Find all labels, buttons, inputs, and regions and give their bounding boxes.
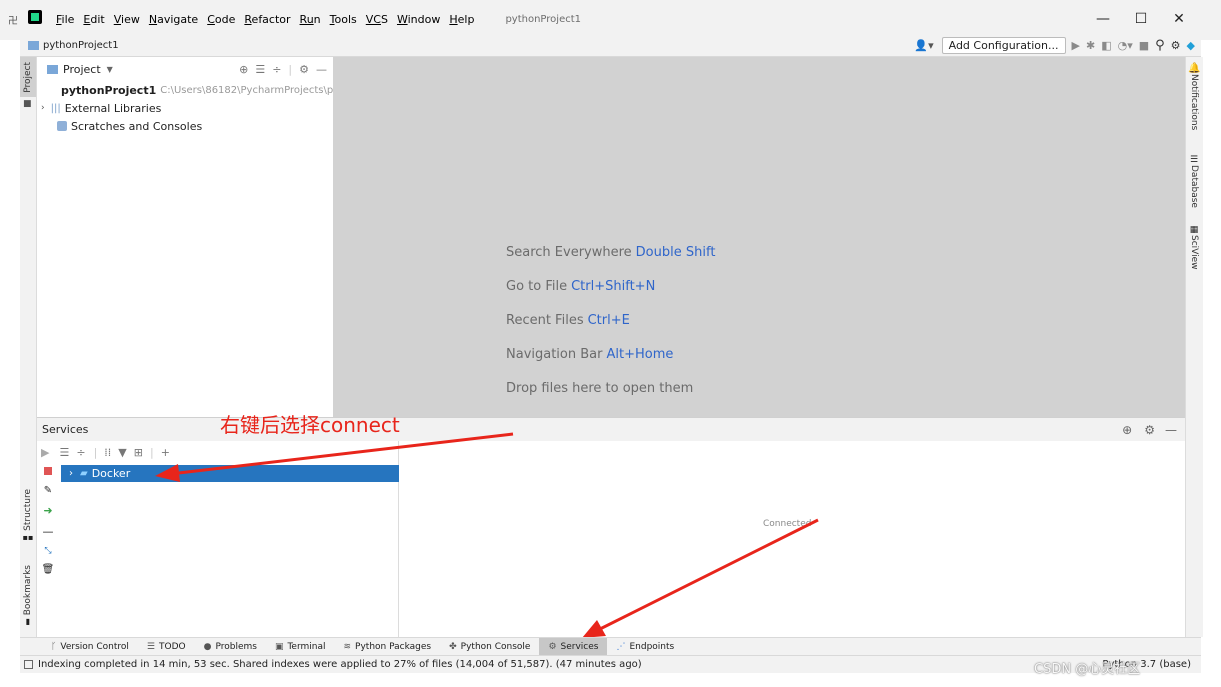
csdn-watermark: CSDN @心灵社区 [1034,662,1141,677]
warning-icon: ● [203,641,212,652]
layers-icon: ≋ [343,641,352,652]
tab-todo[interactable]: ☰ TODO [138,638,195,656]
branch-icon: ᚴ [51,641,57,652]
tab-python-packages[interactable]: ≋ Python Packages [335,638,441,656]
list-icon: ☰ [146,641,155,652]
tab-services[interactable]: ⚙ Services [539,637,608,656]
tab-problems[interactable]: ● Problems [195,638,266,656]
tab-python-console[interactable]: ✤ Python Console [440,638,539,656]
status-toggle-icon[interactable] [24,660,33,669]
arrow-to-services-tab [582,518,819,638]
python-icon: ✤ [449,641,457,652]
tab-version-control[interactable]: ᚴ Version Control [42,638,138,656]
terminal-icon: ▣ [274,641,284,652]
status-message[interactable]: Indexing completed in 14 min, 53 sec. Sh… [38,659,642,670]
tab-endpoints[interactable]: ⋰ Endpoints [607,638,683,656]
arrow-to-docker [155,432,514,482]
services-icon: ⚙ [548,641,557,652]
status-bar: Indexing completed in 14 min, 53 sec. Sh… [20,655,1201,673]
tool-window-bar: ᚴ Version Control ☰ TODO ● Problems ▣ Termin… [20,637,1201,656]
endpoints-icon: ⋰ [616,641,626,652]
annotation-arrows [155,432,819,638]
tab-terminal[interactable]: ▣ Terminal [266,638,335,656]
